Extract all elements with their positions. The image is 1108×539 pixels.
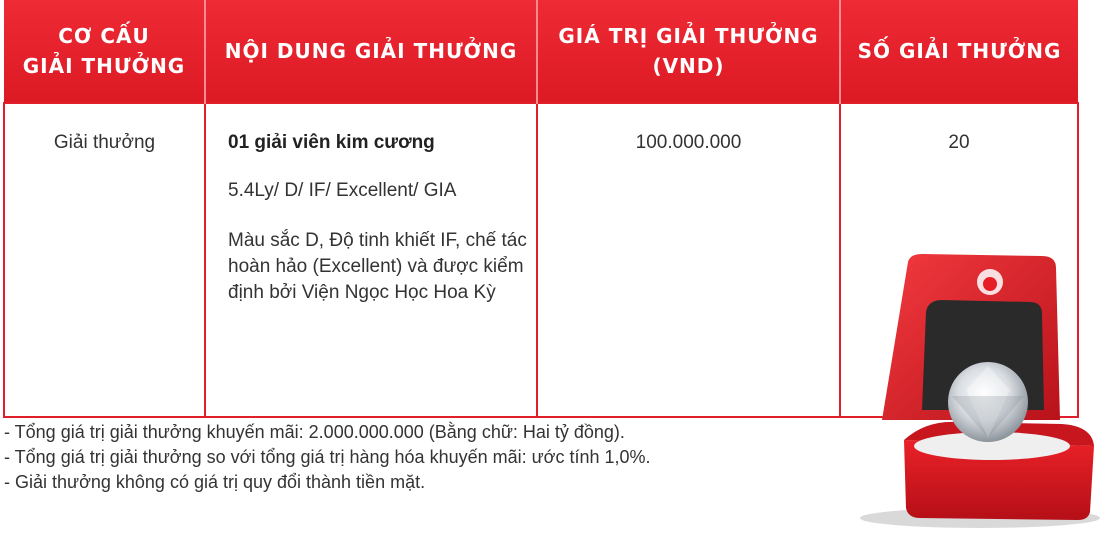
note-total-value: - Tổng giá trị giải thưởng khuyến mãi: 2… [4,422,625,442]
header-prize-count-label: SỐ GIẢI THƯỞNG [857,39,1062,63]
note-value-ratio: - Tổng giá trị giải thưởng so với tổng g… [4,447,651,467]
header-prize-structure-label: CƠ CẤU GIẢI THƯỞNG [22,24,186,78]
cell-prize-value: 100.000.000 [536,102,841,418]
header-prize-value-label: GIÁ TRỊ GIẢI THƯỞNG (VND) [558,24,819,78]
header-prize-content-label: NỘI DUNG GIẢI THƯỞNG [224,39,518,63]
header-prize-content: NỘI DUNG GIẢI THƯỞNG [205,0,538,103]
note-no-cash: - Giải thưởng không có giá trị quy đổi t… [4,472,426,492]
header-prize-structure: CƠ CẤU GIẢI THƯỞNG [4,0,206,103]
cell-prize-content: 01 giải viên kim cương 5.4Ly/ D/ IF/ Exc… [204,102,538,418]
notes: - Tổng giá trị giải thưởng khuyến mãi: 2… [4,420,651,495]
cell-category: Giải thưởng [3,102,206,418]
prize-description: Màu sắc D, Độ tinh khiết IF, chế tác hoà… [228,230,527,303]
prize-spec: 5.4Ly/ D/ IF/ Excellent/ GIA [228,180,457,201]
diamond-ring-box-icon [860,254,1100,528]
prize-name: 01 giải viên kim cương [228,132,435,153]
table-header-row: CƠ CẤU GIẢI THƯỞNG NỘI DUNG GIẢI THƯỞNG … [4,0,1078,103]
diamond-ring-box-image [830,250,1108,534]
header-prize-value: GIÁ TRỊ GIẢI THƯỞNG (VND) [537,0,841,103]
header-prize-count: SỐ GIẢI THƯỞNG [840,0,1078,103]
